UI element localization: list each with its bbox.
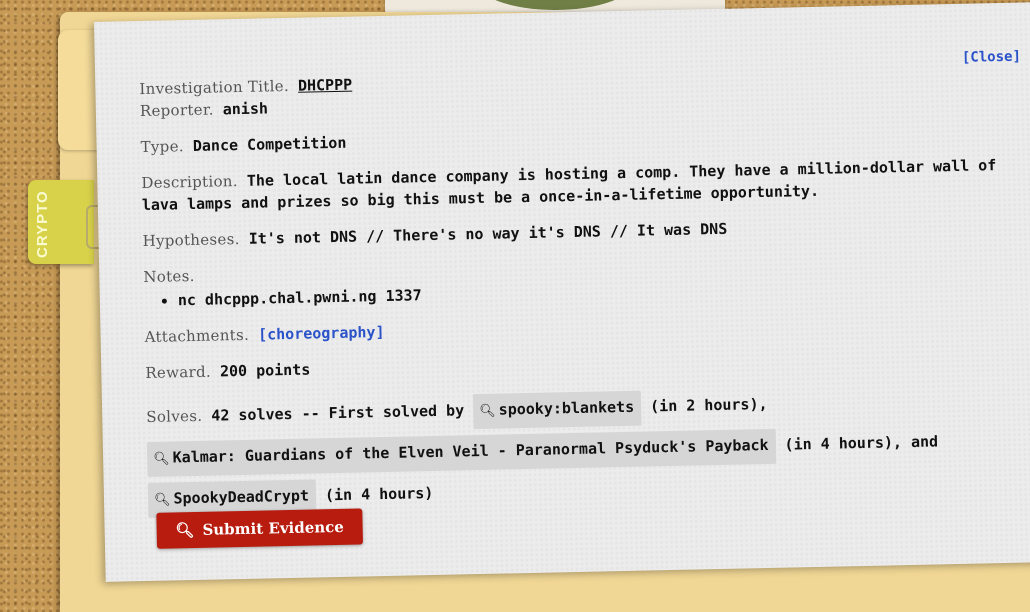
solver-name: spooky:blankets xyxy=(498,397,635,419)
solver-time: (in 4 hours) xyxy=(324,483,434,505)
reporter-label: Reporter. xyxy=(139,100,214,121)
description-row: Description. The local latin dance compa… xyxy=(141,154,1002,216)
solver-chip[interactable]: 🔍︎ Kalmar: Guardians of the Elven Veil - … xyxy=(146,428,776,477)
search-icon: 🔍︎ xyxy=(153,451,170,467)
note-item: nc dhcppp.chal.pwni.ng 1337 xyxy=(178,272,1004,311)
search-icon: 🔍︎ xyxy=(175,521,195,540)
submit-label: Submit Evidence xyxy=(202,517,345,539)
title-label: Investigation Title. xyxy=(139,76,290,99)
title-value: DHCPPP xyxy=(297,75,353,95)
category-tab-label: CRYPTO xyxy=(34,190,51,258)
solver-name: SpookyDeadCrypt xyxy=(173,486,310,508)
attachments-row: Attachments. [choreography] xyxy=(144,308,1004,348)
solver-time: (in 4 hours), and xyxy=(784,432,939,454)
attachments-label: Attachments. xyxy=(144,325,250,347)
notes-list: nc dhcppp.chal.pwni.ng 1337 xyxy=(144,272,1004,312)
category-tab-crypto[interactable]: CRYPTO xyxy=(28,180,94,264)
solves-label: Solves. xyxy=(146,406,203,426)
hypotheses-value: It's not DNS // There's no way it's DNS … xyxy=(248,219,728,248)
reward-value: 200 points xyxy=(219,360,311,381)
challenge-details: Investigation Title. DHCPPP Reporter. an… xyxy=(139,60,1008,535)
solver-time: (in 2 hours), xyxy=(649,394,768,416)
solver-chip[interactable]: 🔍︎ spooky:blankets xyxy=(472,390,642,430)
notes-row: Notes. nc dhcppp.chal.pwni.ng 1337 xyxy=(143,248,1004,312)
challenge-paper: [Close] Investigation Title. DHCPPP Repo… xyxy=(94,1,1030,582)
type-label: Type. xyxy=(140,137,185,157)
solves-row: Solves. 42 solves -- First solved by 🔍︎ s… xyxy=(146,380,1008,521)
hypotheses-label: Hypotheses. xyxy=(142,229,240,251)
reporter-value: anish xyxy=(222,99,269,119)
notes-label: Notes. xyxy=(143,266,195,287)
description-label: Description. xyxy=(141,172,239,193)
search-icon: 🔍︎ xyxy=(153,492,171,508)
reward-row: Reward. 200 points xyxy=(145,344,1005,384)
attachment-link[interactable]: [choreography] xyxy=(258,323,385,344)
type-row: Type. Dance Competition xyxy=(140,118,1000,158)
search-icon: 🔍︎ xyxy=(479,403,496,420)
solves-prefix: 42 solves -- First solved by xyxy=(211,401,465,425)
hypotheses-row: Hypotheses. It's not DNS // There's no w… xyxy=(142,212,1002,252)
type-value: Dance Competition xyxy=(192,133,347,155)
reward-label: Reward. xyxy=(145,362,212,382)
solver-name: Kalmar: Guardians of the Elven Veil - Pa… xyxy=(172,435,769,467)
submit-evidence-button[interactable]: 🔍︎ Submit Evidence xyxy=(156,508,364,549)
description-value: The local latin dance company is hosting… xyxy=(141,156,997,215)
